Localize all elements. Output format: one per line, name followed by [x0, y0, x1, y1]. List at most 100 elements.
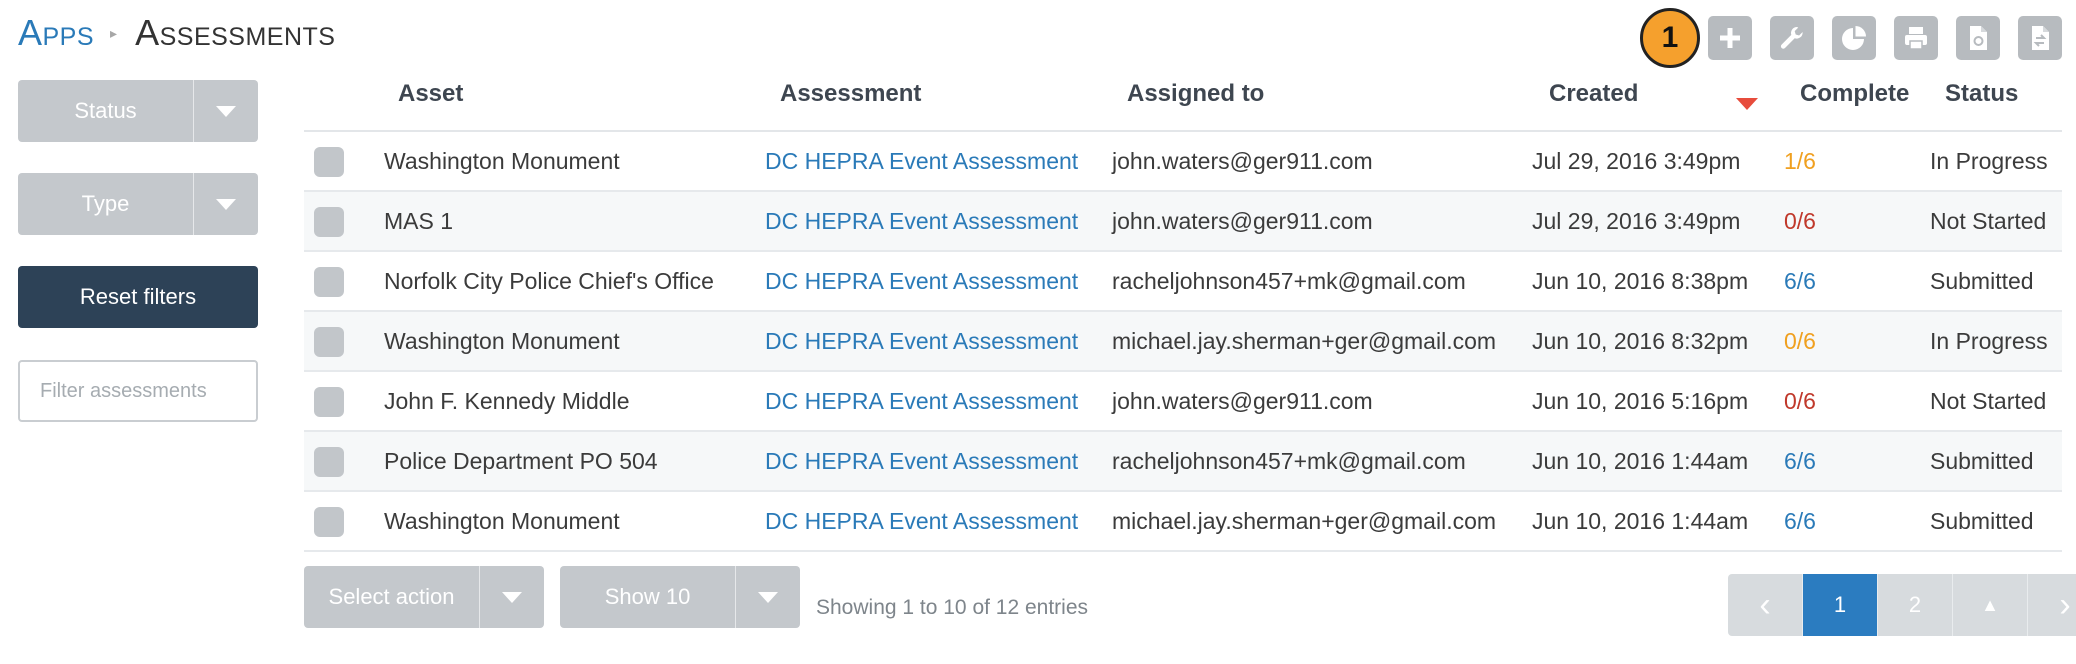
select-action-label: Select action	[328, 584, 455, 609]
column-header-assessment[interactable]: Assessment	[780, 80, 921, 108]
created-cell: Jul 29, 2016 3:49pm	[1532, 207, 1741, 234]
table-row[interactable]: Washington Monument DC HEPRA Event Assess…	[304, 132, 2062, 192]
asset-cell: Washington Monument	[384, 147, 620, 174]
table-row[interactable]: John F. Kennedy Middle DC HEPRA Event Ass…	[304, 372, 2062, 432]
reset-filters-button[interactable]: Reset filters	[18, 266, 258, 328]
pie-chart-icon	[1842, 26, 1866, 50]
status-filter-dropdown[interactable]: Status	[18, 80, 258, 142]
chevron-down-icon	[758, 591, 778, 603]
page-size-dropdown[interactable]: Show 10	[560, 566, 800, 628]
assigned-to-cell: michael.jay.sherman+ger@gmail.com	[1112, 327, 1497, 354]
created-cell: Jun 10, 2016 1:44am	[1532, 447, 1749, 474]
type-filter-toggle[interactable]	[193, 173, 258, 235]
column-header-created[interactable]: Created	[1549, 80, 1638, 108]
assigned-to-cell: racheljohnson457+mk@gmail.com	[1112, 447, 1466, 474]
table-row[interactable]: Washington Monument DC HEPRA Event Assess…	[304, 312, 2062, 372]
status-cell: Submitted	[1930, 507, 2034, 534]
column-header-asset[interactable]: Asset	[398, 80, 463, 108]
table-row[interactable]: MAS 1 DC HEPRA Event Assessment john.water…	[304, 192, 2062, 252]
add-assessment-button[interactable]	[1708, 16, 1752, 60]
assessment-link[interactable]: DC HEPRA Event Assessment	[765, 492, 1078, 550]
export-file-button[interactable]	[2018, 16, 2062, 60]
type-filter-label: Type	[81, 191, 130, 216]
page-1-button[interactable]: 1	[1803, 574, 1878, 636]
assessment-link[interactable]: DC HEPRA Event Assessment	[765, 132, 1078, 190]
select-action-dropdown[interactable]: Select action	[304, 566, 544, 628]
created-cell: Jun 10, 2016 1:44am	[1532, 507, 1749, 534]
complete-cell: 0/6	[1784, 387, 1816, 414]
settings-button[interactable]	[1770, 16, 1814, 60]
complete-cell: 0/6	[1784, 207, 1816, 234]
reports-button[interactable]	[1832, 16, 1876, 60]
select-action-toggle[interactable]	[479, 566, 544, 628]
pdf-file-icon	[1970, 26, 1987, 50]
breadcrumb: Apps ▸ Assessments	[18, 8, 335, 58]
complete-cell: 0/6	[1784, 327, 1816, 354]
entries-info: Showing 1 to 10 of 12 entries	[816, 596, 1089, 619]
assessment-link[interactable]: DC HEPRA Event Assessment	[765, 312, 1078, 370]
scroll-top-button[interactable]: ▲	[1953, 574, 2028, 636]
status-filter-toggle[interactable]	[193, 80, 258, 142]
assessment-link[interactable]: DC HEPRA Event Assessment	[765, 192, 1078, 250]
column-header-status[interactable]: Status	[1945, 80, 2018, 108]
status-cell: In Progress	[1930, 327, 2048, 354]
table-row[interactable]: Washington Monument DC HEPRA Event Assess…	[304, 492, 2062, 552]
complete-cell: 6/6	[1784, 267, 1816, 294]
asset-cell: Norfolk City Police Chief's Office	[384, 267, 714, 294]
page-size-toggle[interactable]	[735, 566, 800, 628]
pagination: ‹ 1 2 ▲ ›	[1728, 574, 2076, 636]
table-row[interactable]: Norfolk City Police Chief's Office DC HEP…	[304, 252, 2062, 312]
export-pdf-button[interactable]	[1956, 16, 2000, 60]
sort-descending-icon[interactable]	[1736, 98, 1758, 110]
page-size-label: Show 10	[604, 584, 691, 609]
type-filter-dropdown[interactable]: Type	[18, 173, 258, 235]
row-checkbox[interactable]	[314, 507, 344, 537]
page-title: Assessments	[135, 12, 336, 53]
chevron-down-icon	[216, 105, 236, 117]
status-cell: Not Started	[1930, 207, 2047, 234]
created-cell: Jul 29, 2016 3:49pm	[1532, 147, 1741, 174]
page-2-button[interactable]: 2	[1878, 574, 1953, 636]
column-header-complete[interactable]: Complete	[1800, 80, 1909, 108]
assigned-to-cell: john.waters@ger911.com	[1112, 147, 1373, 174]
asset-cell: Washington Monument	[384, 507, 620, 534]
assessments-table: Asset Assessment Assigned to Created Com…	[304, 70, 2062, 552]
row-checkbox[interactable]	[314, 387, 344, 417]
assessment-link[interactable]: DC HEPRA Event Assessment	[765, 252, 1078, 310]
row-checkbox[interactable]	[314, 327, 344, 357]
row-checkbox[interactable]	[314, 267, 344, 297]
assigned-to-cell: john.waters@ger911.com	[1112, 387, 1373, 414]
next-page-button[interactable]: ›	[2028, 574, 2076, 636]
created-cell: Jun 10, 2016 5:16pm	[1532, 387, 1749, 414]
row-checkbox[interactable]	[314, 147, 344, 177]
status-cell: In Progress	[1930, 147, 2048, 174]
export-file-icon	[2032, 26, 2049, 50]
asset-cell: John F. Kennedy Middle	[384, 387, 630, 414]
wrench-icon	[1780, 26, 1803, 49]
complete-cell: 6/6	[1784, 447, 1816, 474]
status-cell: Submitted	[1930, 447, 2034, 474]
table-row[interactable]: Police Department PO 504 DC HEPRA Event A…	[304, 432, 2062, 492]
step-number-badge: 1	[1640, 8, 1700, 68]
breadcrumb-apps-link[interactable]: Apps	[18, 12, 94, 54]
row-checkbox[interactable]	[314, 447, 344, 477]
assessment-link[interactable]: DC HEPRA Event Assessment	[765, 432, 1078, 490]
print-button[interactable]	[1894, 16, 1938, 60]
assessment-link[interactable]: DC HEPRA Event Assessment	[765, 372, 1078, 430]
status-filter-label: Status	[74, 98, 137, 123]
column-header-assigned-to[interactable]: Assigned to	[1127, 80, 1264, 108]
breadcrumb-separator-icon: ▸	[110, 24, 118, 41]
status-cell: Submitted	[1930, 267, 2034, 294]
complete-cell: 6/6	[1784, 507, 1816, 534]
created-cell: Jun 10, 2016 8:38pm	[1532, 267, 1749, 294]
row-checkbox[interactable]	[314, 207, 344, 237]
status-cell: Not Started	[1930, 387, 2047, 414]
asset-cell: MAS 1	[384, 207, 454, 234]
table-body: Washington Monument DC HEPRA Event Assess…	[304, 132, 2062, 552]
filter-assessments-input[interactable]	[18, 360, 258, 422]
chevron-down-icon	[216, 198, 236, 210]
assigned-to-cell: racheljohnson457+mk@gmail.com	[1112, 267, 1466, 294]
complete-cell: 1/6	[1784, 147, 1816, 174]
asset-cell: Washington Monument	[384, 327, 620, 354]
previous-page-button[interactable]: ‹	[1728, 574, 1803, 636]
